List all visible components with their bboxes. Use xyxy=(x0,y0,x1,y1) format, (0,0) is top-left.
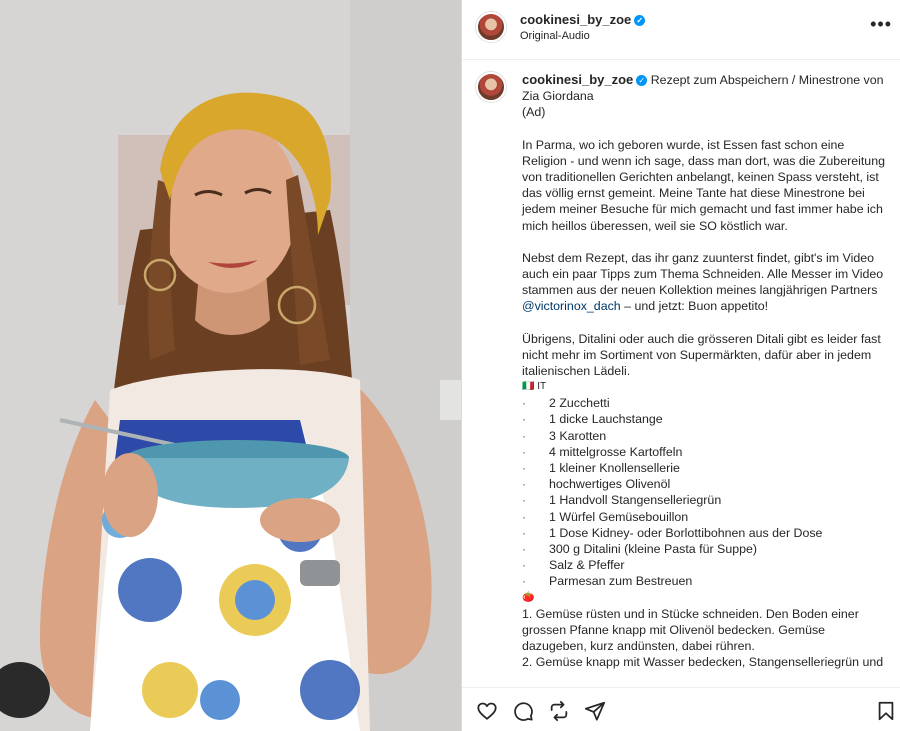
comment-icon[interactable] xyxy=(512,700,534,722)
list-item: 1 Dose Kidney- oder Borlottibohnen aus d… xyxy=(522,525,888,541)
list-item: Salz & Pfeffer xyxy=(522,557,888,573)
caption-username[interactable]: cookinesi_by_zoe xyxy=(522,72,633,87)
header-username[interactable]: cookinesi_by_zoe ✓ xyxy=(520,12,646,27)
share-icon[interactable] xyxy=(584,700,606,722)
paragraph-2-text: Nebst dem Rezept, das ihr ganz zuunterst… xyxy=(522,250,884,298)
ingredients-marker: 🇮🇹 IT xyxy=(522,381,547,393)
caption-paragraph-2: Nebst dem Rezept, das ihr ganz zuunterst… xyxy=(522,250,888,315)
caption-text: cookinesi_by_zoe ✓ Rezept zum Abspeichern… xyxy=(522,72,888,671)
mention-link[interactable]: @victorinox_dach xyxy=(522,299,621,313)
caption-avatar[interactable] xyxy=(476,72,506,102)
list-item: 1 Würfel Gemüsebouillon xyxy=(522,509,888,525)
video-media[interactable] xyxy=(0,0,461,731)
cook-photo xyxy=(0,0,461,731)
more-options-icon[interactable]: ••• xyxy=(870,14,892,35)
ad-label: (Ad) xyxy=(522,105,546,120)
avatar[interactable] xyxy=(476,12,506,42)
verified-badge-icon: ✓ xyxy=(636,75,648,86)
paragraph-2-tail: – und jetzt: Buon appetito! xyxy=(620,299,769,314)
repost-icon[interactable] xyxy=(548,700,570,722)
step-item: 2. Gemüse knapp mit Wasser bedecken, Sta… xyxy=(522,655,884,670)
list-item: 1 dicke Lauchstange xyxy=(522,411,888,427)
steps-marker: 🍅 xyxy=(522,591,535,603)
list-item: 2 Zucchetti xyxy=(522,395,888,411)
audio-label[interactable]: Original-Audio xyxy=(520,30,590,42)
verified-badge-icon: ✓ xyxy=(634,15,646,26)
wristwatch xyxy=(300,560,340,586)
caption-section: cookinesi_by_zoe ✓ Rezept zum Abspeichern… xyxy=(462,60,900,687)
list-item: Parmesan zum Bestreuen xyxy=(522,573,888,589)
caption-paragraph-1: In Parma, wo ich geboren wurde, ist Esse… xyxy=(522,137,885,233)
action-bar xyxy=(462,687,900,731)
heart-icon[interactable] xyxy=(476,700,498,722)
step-item: 1. Gemüse rüsten und in Stücke schneiden… xyxy=(522,606,859,654)
bookmark-icon[interactable] xyxy=(875,700,897,722)
caption-paragraph-3: Übrigens, Ditalini oder auch die grösser… xyxy=(522,331,881,379)
list-item: 3 Karotten xyxy=(522,428,888,444)
ingredient-list: 2 Zucchetti 1 dicke Lauchstange 3 Karott… xyxy=(522,395,888,590)
list-item: 4 mittelgrosse Kartoffeln xyxy=(522,444,888,460)
username-text[interactable]: cookinesi_by_zoe xyxy=(520,12,631,27)
list-item: 1 Handvoll Stangenselleriegrün xyxy=(522,492,888,508)
post-panel: cookinesi_by_zoe ✓ Original-Audio ••• coo… xyxy=(461,0,900,731)
list-item: hochwertiges Olivenöl xyxy=(522,476,888,492)
post-header: cookinesi_by_zoe ✓ Original-Audio ••• xyxy=(462,0,900,60)
list-item: 1 kleiner Knollensellerie xyxy=(522,460,888,476)
list-item: 300 g Ditalini (kleine Pasta für Suppe) xyxy=(522,541,888,557)
